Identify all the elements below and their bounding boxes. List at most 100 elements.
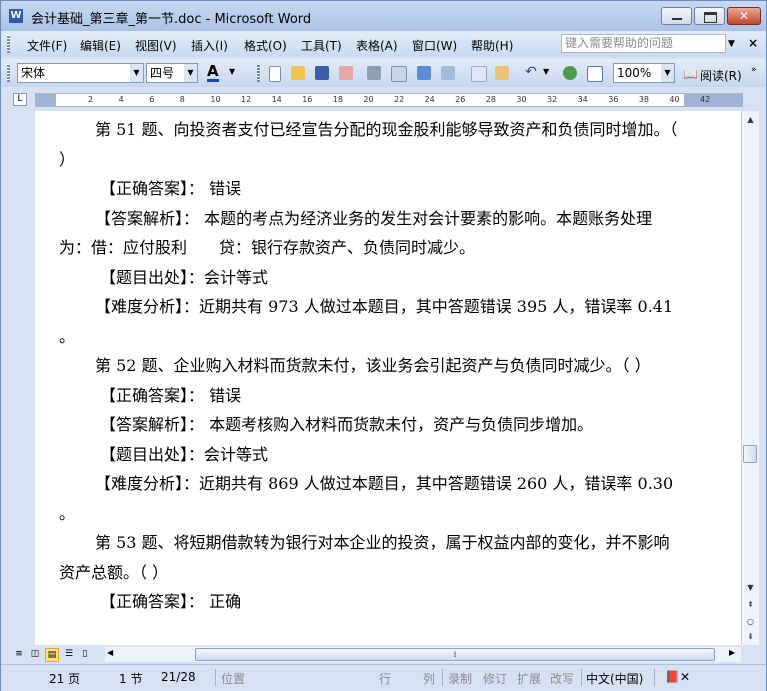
- menu-insert[interactable]: 插入(I): [191, 37, 228, 54]
- size-dropdown-icon[interactable]: ▼: [184, 64, 197, 82]
- document-paragraph[interactable]: 第 53 题、将短期借款转为银行对本企业的投资，属于权益内部的变化，并不影响资产…: [59, 528, 684, 587]
- undo-dropdown-icon[interactable]: ▼: [543, 67, 549, 76]
- menu-grip-handle[interactable]: [7, 35, 10, 53]
- status-extend[interactable]: 扩展: [517, 670, 541, 687]
- document-viewport[interactable]: 第 51 题、向投资者支付已经宣告分配的现金股利能够导致资产和负债同时增加。（ …: [35, 111, 741, 645]
- table-icon[interactable]: [587, 66, 603, 82]
- spelling-icon[interactable]: [417, 66, 431, 80]
- document-paragraph[interactable]: 【正确答案】： 错误: [59, 174, 684, 204]
- ruler-tick-label: 14: [271, 95, 282, 104]
- ruler-tick-label: 24: [424, 95, 435, 104]
- web-view-icon[interactable]: ◫: [29, 648, 41, 660]
- document-paragraph[interactable]: 【正确答案】： 正确: [59, 587, 684, 617]
- font-color-icon[interactable]: A: [207, 64, 219, 82]
- save-icon[interactable]: [315, 66, 329, 80]
- minimize-button[interactable]: [661, 7, 692, 25]
- vertical-scrollbar[interactable]: ▲ ▼ ⇞ ○ ⇟: [741, 111, 759, 645]
- ruler-area: L 2 4 6 8 10 12 14 16 18 20 22 24 26 28 30 32 34 36 38 40 42: [1, 89, 766, 111]
- document-close-icon[interactable]: ×: [748, 36, 758, 50]
- print-preview-icon[interactable]: [391, 66, 407, 82]
- ruler-right-margin: [684, 94, 742, 106]
- horizontal-scroll-thumb[interactable]: ⁞: [195, 648, 715, 661]
- read-button[interactable]: 阅读(R): [700, 67, 742, 84]
- spelling-status-icon[interactable]: 📕✕: [665, 670, 690, 684]
- font-color-dropdown-icon[interactable]: ▼: [229, 67, 235, 76]
- font-name-combo[interactable]: 宋体 ▼: [17, 63, 144, 83]
- ruler-tick-label: 8: [179, 95, 185, 104]
- status-column: 列: [423, 672, 436, 686]
- new-document-icon[interactable]: [269, 66, 281, 82]
- ruler-tick-label: 10: [210, 95, 221, 104]
- zoom-combo[interactable]: 100% ▼: [613, 63, 675, 83]
- print-icon[interactable]: [367, 66, 381, 80]
- menu-edit[interactable]: 编辑(E): [80, 37, 121, 54]
- scroll-down-icon[interactable]: ▼: [742, 579, 759, 596]
- copy-icon[interactable]: [471, 66, 487, 82]
- status-separator: [215, 669, 216, 686]
- toolbar-grip-handle[interactable]: [7, 64, 10, 82]
- close-button[interactable]: ✕: [727, 7, 761, 25]
- document-paragraph[interactable]: 【题目出处】：会计等式: [59, 440, 684, 470]
- print-layout-view-icon[interactable]: ▤: [45, 648, 59, 662]
- ruler-tick-label: 40: [669, 95, 680, 104]
- document-paragraph[interactable]: 【答案解析】： 本题考核购入材料而货款未付，资产与负债同步增加。: [59, 410, 684, 440]
- status-track-changes[interactable]: 修订: [483, 670, 507, 687]
- status-page-count: 21/28: [161, 670, 196, 684]
- font-size-combo[interactable]: 四号 ▼: [146, 63, 198, 83]
- font-dropdown-icon[interactable]: ▼: [130, 64, 143, 82]
- document-paragraph[interactable]: 【难度分析】：近期共有 869 人做过本题目，其中答题错误 260 人，错误率 …: [59, 469, 684, 528]
- help-search-input[interactable]: 键入需要帮助的问题: [561, 34, 726, 53]
- menu-help[interactable]: 帮助(H): [471, 37, 513, 54]
- document-page[interactable]: 第 51 题、向投资者支付已经宣告分配的现金股利能够导致资产和负债同时增加。（ …: [35, 111, 741, 645]
- status-overtype[interactable]: 改写: [550, 670, 574, 687]
- reading-layout-icon[interactable]: 📖: [683, 67, 698, 81]
- reading-view-icon[interactable]: ▯: [79, 648, 91, 660]
- horizontal-ruler[interactable]: 2 4 6 8 10 12 14 16 18 20 22 24 26 28 30 32 34 36 38 40 42: [35, 93, 743, 107]
- status-bar: 21 页 1 节 21/28 位置 行 列 录制 修订 扩展 改写 中文(中国)…: [1, 664, 766, 691]
- toolbar2-grip-handle[interactable]: [257, 64, 260, 82]
- formatting-toolbar: 宋体 ▼ 四号 ▼ A ▼ ↶ ▼ 100% ▼ 📖 阅读(R) »: [1, 59, 766, 87]
- ruler-tick-label: 36: [608, 95, 619, 104]
- vertical-scroll-thumb[interactable]: [743, 445, 757, 463]
- horizontal-scrollbar[interactable]: ◀ ⁞ ▶: [105, 647, 741, 662]
- menu-view[interactable]: 视图(V): [135, 37, 177, 54]
- tab-stop-selector-icon[interactable]: L: [13, 93, 27, 106]
- menu-window[interactable]: 窗口(W): [412, 37, 457, 54]
- document-body[interactable]: 第 51 题、向投资者支付已经宣告分配的现金股利能够导致资产和负债同时增加。（ …: [59, 115, 684, 617]
- undo-icon[interactable]: ↶: [525, 64, 537, 80]
- research-icon[interactable]: [441, 66, 455, 80]
- normal-view-icon[interactable]: ≡: [13, 648, 25, 660]
- status-record[interactable]: 录制: [448, 670, 472, 687]
- menu-file[interactable]: 文件(F): [27, 37, 67, 54]
- zoom-dropdown-icon[interactable]: ▼: [661, 64, 674, 82]
- ruler-tick-label: 42: [700, 95, 711, 104]
- ruler-tick-label: 26: [455, 95, 466, 104]
- view-and-hscroll-bar: ≡ ◫ ▤ ☰ ▯ ◀ ⁞ ▶: [1, 645, 766, 664]
- permission-icon[interactable]: [339, 66, 353, 80]
- help-dropdown-icon[interactable]: ▼: [728, 39, 735, 49]
- menu-bar: 文件(F) 编辑(E) 视图(V) 插入(I) 格式(O) 工具(T) 表格(A…: [1, 31, 766, 57]
- document-paragraph[interactable]: 【难度分析】：近期共有 973 人做过本题目，其中答题错误 395 人，错误率 …: [59, 292, 684, 351]
- scroll-left-icon[interactable]: ◀: [107, 648, 113, 657]
- document-paragraph[interactable]: 第 51 题、向投资者支付已经宣告分配的现金股利能够导致资产和负债同时增加。（ …: [59, 115, 684, 174]
- status-language[interactable]: 中文(中国): [586, 670, 643, 687]
- hyperlink-icon[interactable]: [563, 66, 577, 80]
- menu-tools[interactable]: 工具(T): [301, 37, 342, 54]
- paste-icon[interactable]: [495, 66, 509, 80]
- toolbar-options-icon[interactable]: »: [751, 65, 757, 75]
- next-page-icon[interactable]: ⇟: [742, 628, 759, 645]
- document-paragraph[interactable]: 【题目出处】：会计等式: [59, 263, 684, 293]
- scroll-up-icon[interactable]: ▲: [742, 111, 759, 128]
- title-bar: W 会计基础_第三章_第一节.doc - Microsoft Word ✕: [1, 1, 766, 31]
- outline-view-icon[interactable]: ☰: [63, 648, 75, 660]
- document-paragraph[interactable]: 【答案解析】： 本题的考点为经济业务的发生对会计要素的影响。本题账务处理为：借：…: [59, 204, 684, 263]
- document-paragraph[interactable]: 第 52 题、企业购入材料而货款未付，该业务会引起资产与负债同时减少。（ ）: [59, 351, 684, 381]
- menu-table[interactable]: 表格(A): [356, 37, 398, 54]
- open-folder-icon[interactable]: [291, 66, 305, 80]
- status-line: 行: [379, 672, 392, 686]
- scroll-right-icon[interactable]: ▶: [729, 648, 735, 657]
- menu-format[interactable]: 格式(O): [244, 37, 287, 54]
- maximize-button[interactable]: [694, 7, 725, 25]
- document-paragraph[interactable]: 【正确答案】： 错误: [59, 381, 684, 411]
- previous-page-icon[interactable]: ⇞: [742, 596, 759, 613]
